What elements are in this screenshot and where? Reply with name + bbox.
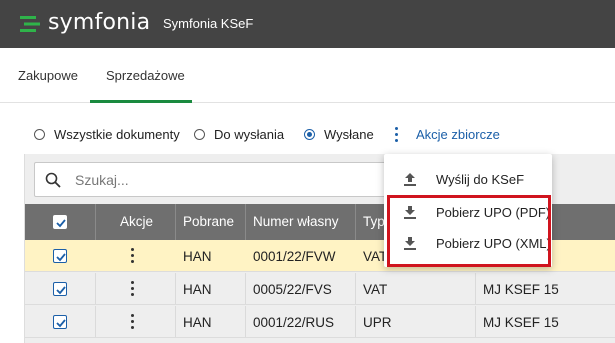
- more-vertical-icon[interactable]: [394, 127, 400, 143]
- search-box[interactable]: [34, 162, 434, 197]
- cell-extra: MJ KSEF 15: [483, 282, 559, 297]
- row-checkbox[interactable]: [53, 315, 67, 329]
- radio-wszystkie[interactable]: [34, 129, 45, 140]
- column-header-akcje: Akcje: [120, 214, 154, 229]
- check-icon: [56, 286, 66, 295]
- tab-zakupowe[interactable]: Zakupowe: [18, 68, 78, 83]
- app-title: Symfonia KSeF: [163, 16, 254, 31]
- app-header: symfonia Symfonia KSeF: [0, 0, 615, 48]
- search-icon: [45, 172, 61, 188]
- radio-label-wszystkie[interactable]: Wszystkie dokumenty: [54, 127, 180, 142]
- column-separator: [245, 204, 246, 240]
- column-separator: [175, 306, 176, 337]
- cell-typ: VAT: [363, 282, 388, 297]
- cell-numer-wlasny: 0001/22/FVW: [253, 249, 336, 264]
- column-separator: [95, 306, 96, 337]
- column-separator: [355, 204, 356, 240]
- table-row[interactable]: HAN 0001/22/RUS UPR MJ KSEF 15: [25, 306, 615, 338]
- row-actions-icon[interactable]: [131, 281, 135, 297]
- cell-pobrane: HAN: [183, 315, 212, 330]
- table-row[interactable]: HAN 0005/22/FVS VAT MJ KSEF 15: [25, 273, 615, 305]
- radio-do-wyslania[interactable]: [194, 129, 205, 140]
- radio-label-wyslane[interactable]: Wysłane: [324, 127, 374, 142]
- cell-pobrane: HAN: [183, 282, 212, 297]
- column-separator: [475, 273, 476, 304]
- tab-sprzedazowe[interactable]: Sprzedażowe: [106, 68, 185, 83]
- column-separator: [95, 273, 96, 304]
- row-actions-icon[interactable]: [131, 314, 135, 330]
- column-separator: [355, 306, 356, 337]
- menu-item-label: Wyślij do KSeF: [436, 172, 525, 187]
- row-checkbox[interactable]: [53, 249, 67, 263]
- column-separator: [175, 204, 176, 240]
- cell-typ: UPR: [363, 315, 392, 330]
- symfonia-logo-icon: [20, 16, 40, 32]
- logo-text: symfonia: [48, 10, 151, 35]
- menu-item-wyslij-do-ksef[interactable]: Wyślij do KSeF: [384, 163, 552, 195]
- column-header-pobrane[interactable]: Pobrane: [183, 214, 234, 229]
- cell-extra: MJ KSEF 15: [483, 315, 559, 330]
- cell-pobrane: HAN: [183, 249, 212, 264]
- row-checkbox[interactable]: [53, 282, 67, 296]
- check-icon: [56, 253, 66, 262]
- column-separator: [355, 273, 356, 304]
- column-separator: [475, 306, 476, 337]
- column-header-numer-wlasny[interactable]: Numer własny: [253, 214, 339, 229]
- upload-icon: [404, 173, 416, 186]
- cell-numer-wlasny: 0005/22/FVS: [253, 282, 332, 297]
- check-icon: [56, 219, 66, 228]
- active-tab-indicator: [90, 100, 192, 103]
- column-separator: [95, 204, 96, 240]
- highlight-annotation: [387, 195, 551, 267]
- row-actions-icon[interactable]: [131, 248, 135, 264]
- column-separator: [245, 306, 246, 337]
- column-header-typ[interactable]: Typ: [363, 214, 385, 229]
- bulk-actions-button[interactable]: Akcje zbiorcze: [416, 127, 500, 142]
- radio-label-do-wyslania[interactable]: Do wysłania: [214, 127, 284, 142]
- select-all-checkbox[interactable]: [53, 215, 67, 229]
- radio-wyslane[interactable]: [304, 129, 315, 140]
- cell-numer-wlasny: 0001/22/RUS: [253, 315, 335, 330]
- check-icon: [56, 319, 66, 328]
- document-tabs: Zakupowe Sprzedażowe: [0, 48, 615, 103]
- column-separator: [175, 273, 176, 304]
- status-filters: Wszystkie dokumenty Do wysłania Wysłane …: [0, 118, 615, 150]
- column-separator: [245, 273, 246, 304]
- search-input[interactable]: [75, 163, 425, 196]
